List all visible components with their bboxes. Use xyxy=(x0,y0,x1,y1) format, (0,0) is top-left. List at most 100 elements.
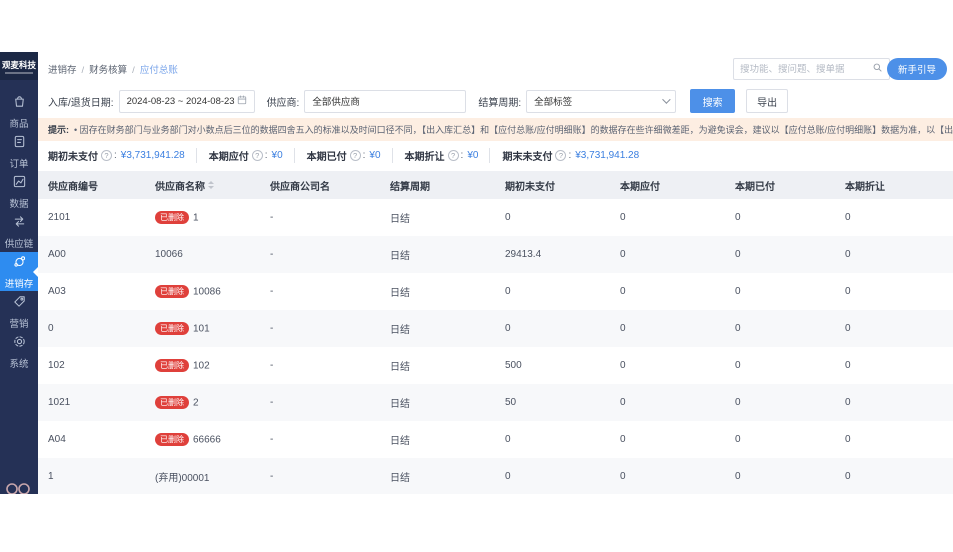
sidebar-item-inventory[interactable]: 进销存 xyxy=(0,252,38,291)
help-icon[interactable] xyxy=(251,149,263,161)
sidebar-item-label: 进销存 xyxy=(4,278,34,290)
cell-settlement-cycle: 日结 xyxy=(390,399,410,410)
cell-begin-unpaid: 0 xyxy=(505,212,511,223)
supplier-name-text: (弃用)00001 xyxy=(155,473,210,484)
global-search[interactable] xyxy=(733,58,890,80)
cell-current-paid: 0 xyxy=(735,286,741,297)
supplier-name-text: 102 xyxy=(193,360,210,372)
global-search-input[interactable] xyxy=(740,63,872,75)
table-row[interactable]: 1021 已删除 2 - 日结 50 0 0 0 xyxy=(38,384,953,421)
table-row[interactable]: 102 已删除 102 - 日结 500 0 0 0 xyxy=(38,347,953,384)
bag-icon xyxy=(12,94,27,114)
cell-current-discount: 0 xyxy=(845,360,851,371)
cell-current-paid: 0 xyxy=(735,212,741,223)
sidebar-item-label: 营销 xyxy=(9,318,29,330)
cell-current-discount: 0 xyxy=(845,471,851,482)
cell-company-name: - xyxy=(270,323,274,334)
table-header: 供应商编号 供应商名称 供应商公司名 结算周期 期初未支付 本期应付 本期已付 … xyxy=(38,171,953,199)
sort-icon[interactable] xyxy=(208,181,214,189)
sidebar-item-data[interactable]: 数据 xyxy=(0,172,38,211)
cell-current-payable: 0 xyxy=(620,471,626,482)
cell-supplier-name: 已删除 2 xyxy=(145,396,260,409)
breadcrumb-inventory[interactable]: 进销存 xyxy=(48,62,89,76)
headset-support-icon[interactable] xyxy=(3,481,35,494)
cell-current-discount: 0 xyxy=(845,397,851,408)
stat-value: ¥3,731,941.28 xyxy=(575,149,640,161)
cell-supplier-code: 1 xyxy=(48,471,54,482)
cell-supplier-name: 已删除 1 xyxy=(145,211,260,224)
sidebar-item-goods[interactable]: 商品 xyxy=(0,92,38,131)
table-row[interactable]: A04 已删除 66666 - 日结 0 0 0 0 xyxy=(38,421,953,458)
breadcrumb-finance[interactable]: 财务核算 xyxy=(89,62,140,76)
sidebar: 观麦科技 商品 订单 数据 供应链 进销存 营销 系统 xyxy=(0,52,38,494)
colon xyxy=(114,150,121,161)
stat-begin-unpaid: 期初未支付 ¥3,731,941.28 xyxy=(48,148,185,163)
col-current-paid: 本期已付 xyxy=(735,181,775,193)
stat-label: 本期折让 xyxy=(404,151,445,163)
cell-supplier-code: A00 xyxy=(48,249,66,260)
cell-current-paid: 0 xyxy=(735,471,741,482)
exchange-arrows-icon xyxy=(12,214,27,234)
cell-current-payable: 0 xyxy=(620,360,626,371)
cell-current-payable: 0 xyxy=(620,212,626,223)
help-icon[interactable] xyxy=(555,149,567,161)
cell-current-payable: 0 xyxy=(620,249,626,260)
sidebar-item-label: 数据 xyxy=(9,198,29,210)
table-body: 2101 已删除 1 - 日结 0 0 0 0 A00 10066 - 日结 2… xyxy=(38,199,953,494)
cell-begin-unpaid: 0 xyxy=(505,286,511,297)
help-icon[interactable] xyxy=(101,149,112,161)
supplier-name-text: 101 xyxy=(193,323,210,335)
stat-current-discount: 本期折让 ¥0 xyxy=(391,147,478,163)
cell-company-name: - xyxy=(270,360,274,371)
stat-current-payable: 本期应付 ¥0 xyxy=(195,147,283,163)
cell-settlement-cycle: 日结 xyxy=(390,288,410,299)
export-button[interactable]: 导出 xyxy=(746,89,789,113)
table-row[interactable]: 1 已删除(弃用)00001 - 日结 0 0 0 0 xyxy=(38,458,953,494)
cell-current-discount: 0 xyxy=(845,323,851,334)
app-logo: 观麦科技 xyxy=(0,52,38,80)
cell-company-name: - xyxy=(270,397,274,408)
sidebar-item-orders[interactable]: 订单 xyxy=(0,132,38,171)
date-range-picker[interactable]: 2024-08-23 ~ 2024-08-23 xyxy=(118,89,255,113)
app-window: 观麦科技 商品 订单 数据 供应链 进销存 营销 系统 进销存 / 财务核算 /… xyxy=(0,52,953,494)
cell-begin-unpaid: 0 xyxy=(505,434,511,445)
sidebar-item-supply-chain[interactable]: 供应链 xyxy=(0,212,38,251)
supplier-filter[interactable] xyxy=(304,89,467,113)
search-icon xyxy=(872,60,883,78)
supplier-name-text: 66666 xyxy=(193,434,221,446)
table-row[interactable]: A00 已删除10066 - 日结 29413.4 0 0 0 xyxy=(38,236,953,273)
cell-current-discount: 0 xyxy=(845,249,851,260)
supplier-filter-input[interactable] xyxy=(312,95,459,107)
sidebar-item-marketing[interactable]: 营销 xyxy=(0,292,38,331)
settlement-cycle-select[interactable]: 全部标签 xyxy=(526,89,677,113)
app-logo-subline xyxy=(5,71,33,74)
search-button[interactable]: 搜索 xyxy=(690,89,736,113)
cell-supplier-name: 已删除(弃用)00001 xyxy=(145,469,260,484)
cell-supplier-code: 1021 xyxy=(48,397,71,408)
col-begin-unpaid: 期初未支付 xyxy=(505,181,555,193)
deleted-badge: 已删除 xyxy=(155,322,189,335)
cell-supplier-name: 已删除 66666 xyxy=(145,433,260,446)
sidebar-item-label: 系统 xyxy=(9,358,29,370)
supplier-name-text: 1 xyxy=(193,212,199,224)
cell-current-payable: 0 xyxy=(620,323,626,334)
table-row[interactable]: 2101 已删除 1 - 日结 0 0 0 0 xyxy=(38,199,953,236)
gear-icon xyxy=(12,334,27,354)
sidebar-item-label: 供应链 xyxy=(4,238,34,250)
help-icon[interactable] xyxy=(447,149,459,161)
col-settlement-cycle: 结算周期 xyxy=(390,181,430,193)
sidebar-item-system[interactable]: 系统 xyxy=(0,332,38,371)
stat-value: ¥3,731,941.28 xyxy=(120,149,185,161)
deleted-badge: 已删除 xyxy=(155,433,189,446)
table-row[interactable]: A03 已删除 10086 - 日结 0 0 0 0 xyxy=(38,273,953,310)
cell-begin-unpaid: 29413.4 xyxy=(505,249,542,260)
cell-settlement-cycle: 日结 xyxy=(390,362,410,373)
help-icon[interactable] xyxy=(349,149,361,161)
col-current-payable: 本期应付 xyxy=(620,181,660,193)
payable-ledger-table: 供应商编号 供应商名称 供应商公司名 结算周期 期初未支付 本期应付 本期已付 … xyxy=(38,171,953,494)
deleted-badge: 已删除 xyxy=(155,359,189,372)
price-tag-icon xyxy=(12,294,27,314)
settlement-cycle-value: 全部标签 xyxy=(534,97,573,108)
newbie-guide-button[interactable]: 新手引导 xyxy=(886,58,947,80)
table-row[interactable]: 0 已删除 101 - 日结 0 0 0 0 xyxy=(38,310,953,347)
